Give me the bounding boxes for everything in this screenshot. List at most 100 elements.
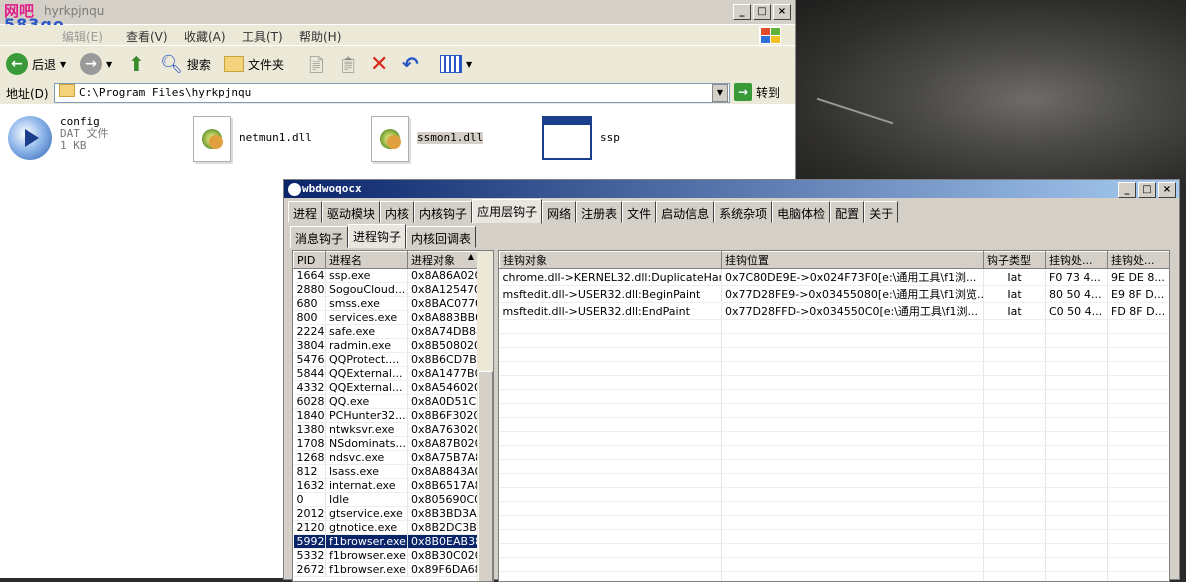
minimize-button[interactable]: _: [1118, 182, 1136, 198]
process-row[interactable]: 1632internat.exe0x8B6517A8: [294, 479, 478, 493]
file-item-config[interactable]: config DAT 文件 1 KB: [8, 116, 109, 160]
main-tab[interactable]: 系统杂项: [714, 201, 772, 223]
empty-row: [500, 404, 1170, 418]
process-name-cell: NSdominats...: [326, 437, 408, 451]
main-tab[interactable]: 应用层钩子: [472, 199, 542, 224]
main-tab[interactable]: 文件: [622, 201, 656, 223]
empty-cell: [722, 348, 984, 362]
sub-tab[interactable]: 消息钩子: [290, 226, 348, 248]
process-row[interactable]: 1840PCHunter32....0x8B6F3020: [294, 409, 478, 423]
maximize-button[interactable]: □: [1138, 182, 1156, 198]
process-name-cell: QQ.exe: [326, 395, 408, 409]
close-button[interactable]: ×: [1158, 182, 1176, 198]
hook-row[interactable]: chrome.dll->KERNEL32.dll:DuplicateHandle…: [500, 269, 1170, 286]
scrollbar-thumb[interactable]: [478, 371, 493, 582]
main-tab[interactable]: 驱动模块: [322, 201, 380, 223]
process-row[interactable]: 680smss.exe0x8BAC0770: [294, 297, 478, 311]
process-row[interactable]: 812lsass.exe0x8A8843A0: [294, 465, 478, 479]
process-row[interactable]: 6028QQ.exe0x8A0D51C8: [294, 395, 478, 409]
process-row[interactable]: 1380ntwksvr.exe0x8A763020: [294, 423, 478, 437]
main-tab[interactable]: 配置: [830, 201, 864, 223]
process-row[interactable]: 2672f1browser.exe0x89F6DA68: [294, 563, 478, 577]
hook-current-bytes-cell: E9 8F D...: [1108, 286, 1170, 303]
tool-window: wbdwoqocx _ □ × 进程驱动模块内核内核钩子应用层钩子网络注册表文件…: [283, 179, 1180, 580]
process-row[interactable]: 800services.exe0x8A883BB0: [294, 311, 478, 325]
tool-titlebar: wbdwoqocx _ □ ×: [284, 180, 1179, 198]
process-row[interactable]: 5844QQExternal...0x8A1477B0: [294, 367, 478, 381]
process-row[interactable]: 5332f1browser.exe0x8B30C020: [294, 549, 478, 563]
close-button[interactable]: ×: [773, 4, 791, 20]
main-tab[interactable]: 关于: [864, 201, 898, 223]
empty-cell: [984, 334, 1046, 348]
empty-cell: [1108, 488, 1170, 502]
process-list-scrollbar[interactable]: [477, 251, 493, 581]
go-button[interactable]: → 转到: [734, 83, 780, 101]
main-tab[interactable]: 内核: [380, 201, 414, 223]
empty-cell: [500, 404, 722, 418]
address-input[interactable]: C:\Program Files\hyrkpjnqu: [54, 83, 730, 103]
column-header[interactable]: 挂钩处...: [1046, 252, 1108, 269]
process-row[interactable]: 2880SogouCloud...0x8A125470: [294, 283, 478, 297]
views-button[interactable]: ▼: [440, 52, 472, 76]
empty-cell: [1108, 334, 1170, 348]
empty-cell: [1108, 474, 1170, 488]
process-row[interactable]: 5992f1browser.exe0x8B0EAB38: [294, 535, 478, 549]
column-header[interactable]: 挂钩位置: [722, 252, 984, 269]
sub-tab[interactable]: 内核回调表: [406, 226, 476, 248]
sub-tab[interactable]: 进程钩子: [348, 224, 406, 249]
process-row[interactable]: 1708NSdominats...0x8A87B020: [294, 437, 478, 451]
menu-item-edit[interactable]: 编辑(E): [62, 28, 103, 45]
main-tab[interactable]: 启动信息: [656, 201, 714, 223]
process-row[interactable]: 1664ssp.exe0x8A86A020: [294, 269, 478, 283]
undo-button[interactable]: ↶: [402, 52, 419, 76]
process-row[interactable]: 4332QQExternal...0x8A546020: [294, 381, 478, 395]
forward-arrow-icon: →: [80, 53, 102, 75]
forward-button[interactable]: → ▼: [80, 52, 112, 76]
main-tab[interactable]: 注册表: [576, 201, 622, 223]
up-folder-button[interactable]: ⬆: [128, 52, 145, 76]
process-row[interactable]: 2120gtnotice.exe0x8B2DC3B0: [294, 521, 478, 535]
column-header-process-object[interactable]: 进程对象 ▲: [408, 252, 478, 269]
empty-row: [500, 390, 1170, 404]
column-header-pid[interactable]: PID: [294, 252, 326, 269]
file-item-netmun1[interactable]: netmun1.dll: [193, 116, 312, 162]
folders-button[interactable]: 文件夹: [224, 52, 284, 76]
dll-gear-icon: [371, 116, 409, 162]
process-row[interactable]: 5476QQProtect....0x8B6CD7B0: [294, 353, 478, 367]
copy-to-button[interactable]: 📋︎: [338, 52, 358, 76]
process-row[interactable]: 2224safe.exe0x8A74DB88: [294, 325, 478, 339]
process-name-cell: QQProtect....: [326, 353, 408, 367]
minimize-button[interactable]: _: [733, 4, 751, 20]
process-row[interactable]: 3804radmin.exe0x8B508020: [294, 339, 478, 353]
main-tab[interactable]: 内核钩子: [414, 201, 472, 223]
pid-cell: 1268: [294, 451, 326, 465]
empty-row: [500, 376, 1170, 390]
search-button[interactable]: 🔍︎ 搜索: [160, 52, 211, 76]
menu-item-tools[interactable]: 工具(T): [242, 28, 283, 45]
address-dropdown-button[interactable]: ▼: [712, 84, 728, 102]
delete-button[interactable]: ✕: [370, 52, 388, 76]
move-to-button[interactable]: 📄︎: [306, 52, 326, 76]
empty-cell: [722, 446, 984, 460]
main-tab[interactable]: 电脑体检: [772, 201, 830, 223]
column-header-process-name[interactable]: 进程名: [326, 252, 408, 269]
column-header[interactable]: 挂钩对象: [500, 252, 722, 269]
hook-row[interactable]: msftedit.dll->USER32.dll:BeginPaint0x77D…: [500, 286, 1170, 303]
column-header[interactable]: 钩子类型: [984, 252, 1046, 269]
process-object-cell: 0x8B508020: [408, 339, 478, 353]
pid-cell: 1708: [294, 437, 326, 451]
hook-row[interactable]: msftedit.dll->USER32.dll:EndPaint0x77D28…: [500, 303, 1170, 320]
file-item-ssp[interactable]: ssp: [542, 116, 620, 160]
process-row[interactable]: 2012gtservice.exe0x8B3BD3A8: [294, 507, 478, 521]
column-header[interactable]: 挂钩处...: [1108, 252, 1170, 269]
menu-item-favorites[interactable]: 收藏(A): [184, 28, 226, 45]
menu-item-view[interactable]: 查看(V): [126, 28, 168, 45]
main-tab[interactable]: 网络: [542, 201, 576, 223]
back-button[interactable]: ← 后退 ▼: [6, 52, 66, 76]
menu-item-help[interactable]: 帮助(H): [299, 28, 341, 45]
file-item-ssmon1[interactable]: ssmon1.dll: [371, 116, 483, 162]
process-row[interactable]: 1268ndsvc.exe0x8A75B7A8: [294, 451, 478, 465]
maximize-button[interactable]: □: [753, 4, 771, 20]
main-tab[interactable]: 进程: [288, 201, 322, 223]
process-row[interactable]: 0Idle0x805690C0: [294, 493, 478, 507]
